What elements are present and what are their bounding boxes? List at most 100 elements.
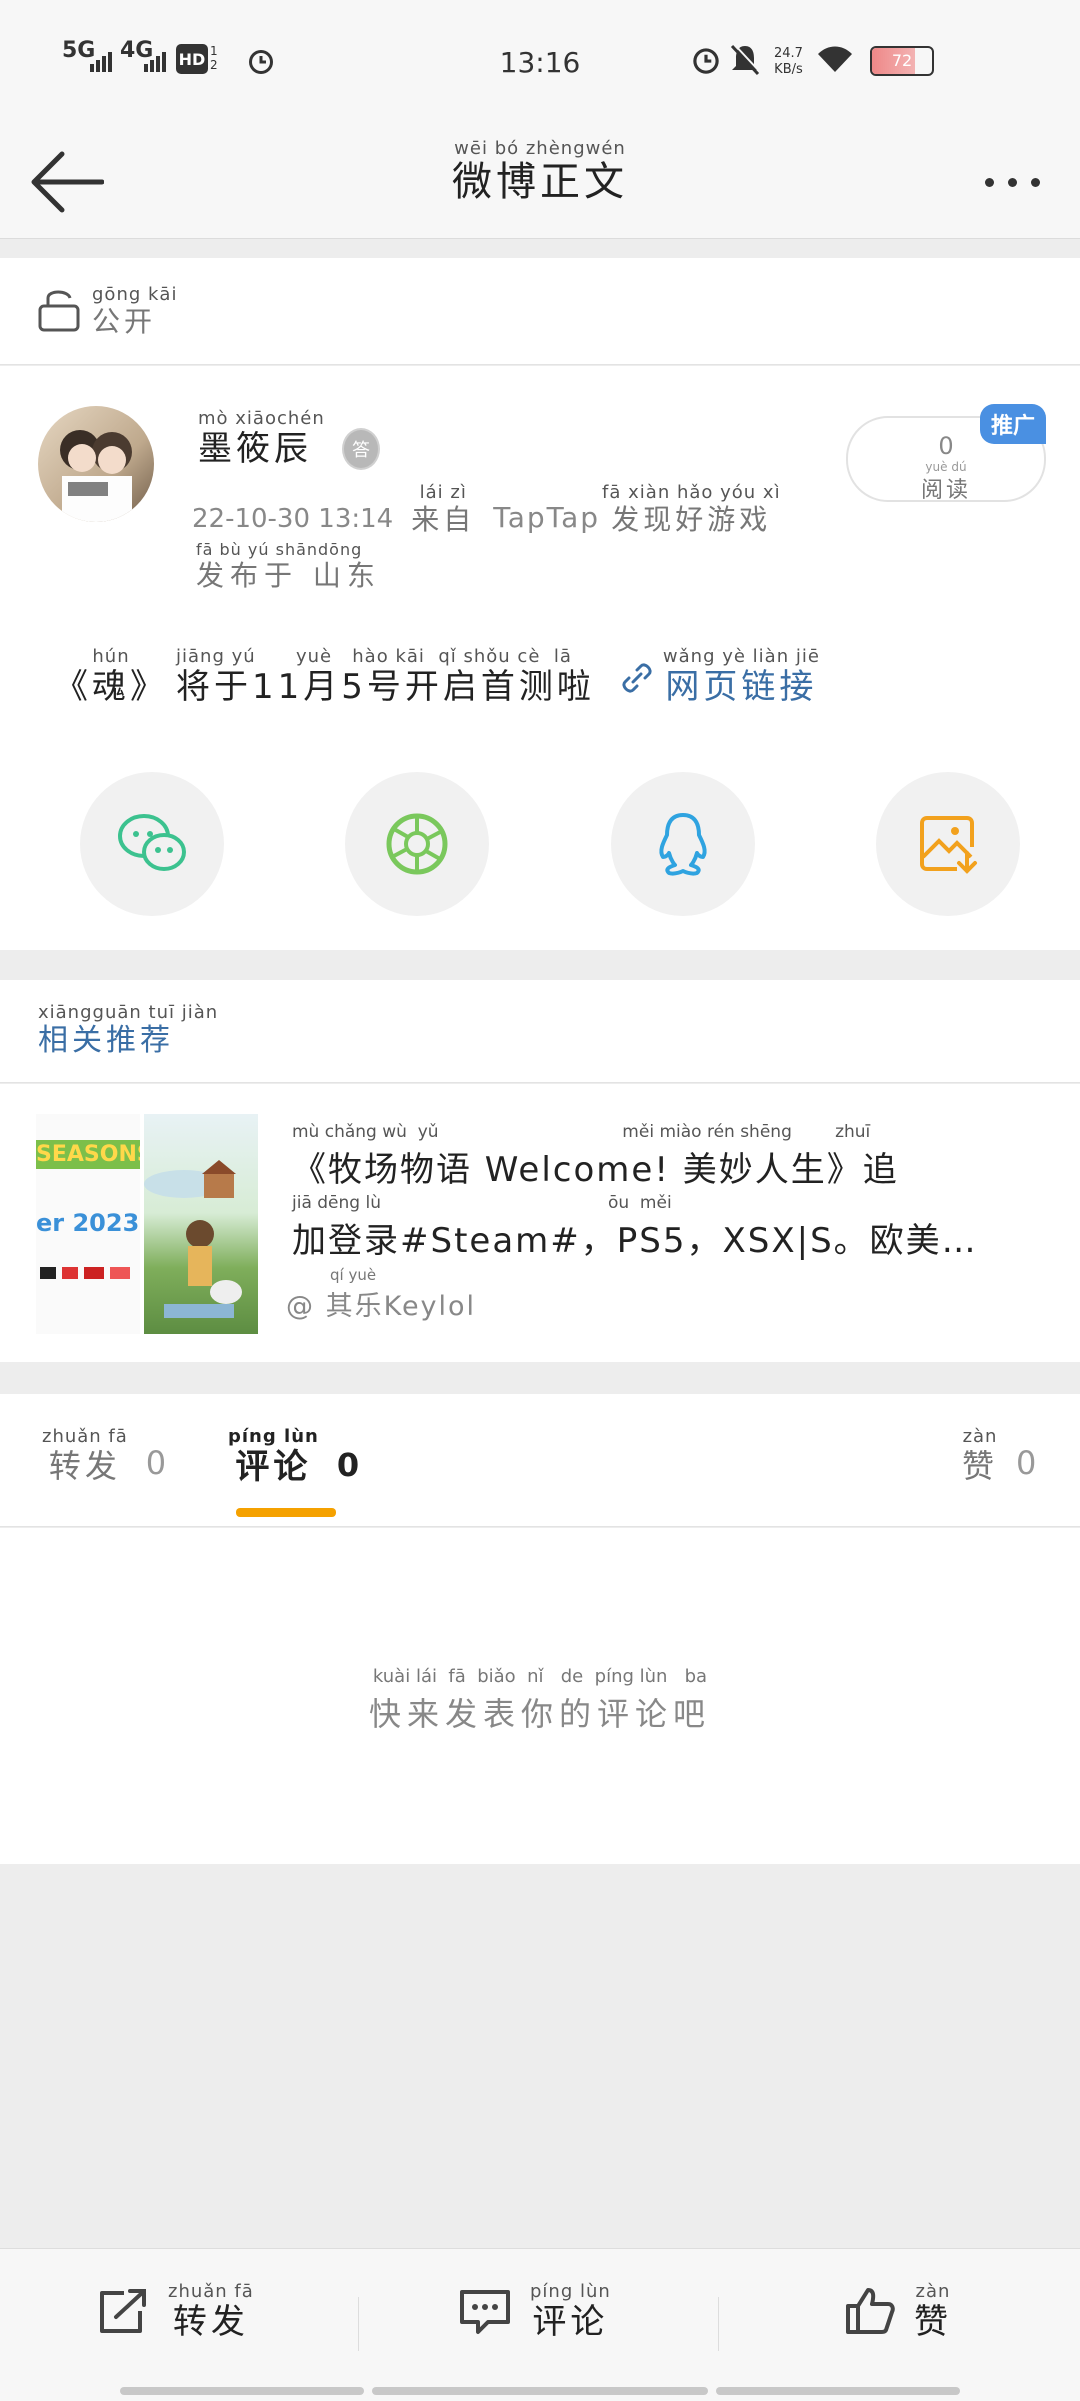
bottom-like-text: 赞 xyxy=(914,2302,952,2342)
post-card: mò xiāochén 墨筱辰 答 0 yuè dú 阅读 推广 22-10-3… xyxy=(0,366,1080,950)
bar-divider-1 xyxy=(358,2297,359,2351)
web-link-text: 网页链接 xyxy=(665,667,818,707)
related-item[interactable]: SEASONS er 2023 mù chǎng wù yǔ měi miào … xyxy=(0,1084,1080,1362)
location: fā bù yú shāndōng 发布于 山东 xyxy=(196,542,381,590)
related-source: qí yuè @ 其乐Keylol xyxy=(286,1266,476,1323)
content-body: jiāng yú yuè hào kāi qǐ shǒu cè lā 将于11月… xyxy=(176,646,595,705)
bottom-comment-pinyin: píng lùn xyxy=(530,2281,611,2302)
bar-divider-2 xyxy=(718,2297,719,2351)
battery-level: 72 xyxy=(891,51,913,70)
content-title-text: 《魂》 xyxy=(54,667,168,707)
qq-icon xyxy=(659,813,707,876)
status-bar: 5G 4G HD 1 2 13:16 24.7 KB/s 72 xyxy=(0,0,1080,120)
save-image-icon xyxy=(919,816,977,874)
content-body-pinyin: jiāng yú yuè hào kāi qǐ shǒu cè lā xyxy=(176,646,572,667)
location-pinyin: fā bù yú shāndōng xyxy=(196,540,363,559)
more-button[interactable] xyxy=(972,160,1052,204)
source-from: lái zì 来自 xyxy=(411,484,475,534)
bottom-repost-button[interactable]: zhuǎn fā 转发 xyxy=(96,2283,254,2339)
related-line1-pinyin: mù chǎng wù yǔ měi miào rén shēng zhuī xyxy=(292,1122,871,1142)
promo-badge: 推广 xyxy=(980,404,1046,444)
related-line2-pinyin: jiā dēng lù ōu měi xyxy=(292,1193,672,1213)
tab-active-indicator xyxy=(236,1508,336,1517)
moments-icon xyxy=(386,813,448,875)
related-header: xiāngguān tuī jiàn 相关推荐 xyxy=(0,980,1080,1083)
unlock-icon xyxy=(38,288,80,336)
timestamp: 22-10-30 13:14 xyxy=(192,504,394,534)
thumb-title: SEASONS xyxy=(36,1140,140,1169)
visibility-text: 公开 xyxy=(92,305,157,338)
source-suffix[interactable]: fā xiàn hǎo yóu xì 发现好游戏 xyxy=(602,484,781,534)
related-text: mù chǎng wù yǔ měi miào rén shēng zhuī 《… xyxy=(292,1122,1042,1262)
share-moments-button[interactable] xyxy=(345,772,490,916)
more-dots-icon xyxy=(984,177,1040,187)
battery-icon: 72 xyxy=(870,46,934,76)
bottom-action-bar: zhuǎn fā 转发 píng lùn 评论 zàn 赞 xyxy=(0,2248,1080,2401)
wifi-icon xyxy=(816,44,854,78)
save-image-button[interactable] xyxy=(875,772,1020,916)
related-title-pinyin: xiāngguān tuī jiàn xyxy=(38,1002,219,1023)
source-from-pinyin: lái zì xyxy=(419,482,467,503)
source-suffix-text: 发现好游戏 xyxy=(611,503,772,536)
share-wechat-button[interactable] xyxy=(80,772,224,916)
empty-text: 快来发表你的评论吧 xyxy=(368,1695,711,1733)
speed-unit: KB/s xyxy=(774,62,803,77)
bottom-like-label: zàn 赞 xyxy=(914,2281,952,2342)
tab-comment-count: 0 xyxy=(336,1446,360,1484)
thumbs-up-icon xyxy=(846,2288,895,2334)
bottom-like-pinyin: zàn xyxy=(915,2281,951,2302)
bottom-comment-text: 评论 xyxy=(532,2302,609,2342)
location-text: 发布于 山东 xyxy=(196,559,381,592)
web-link-pinyin: wǎng yè liàn jiē xyxy=(662,646,820,667)
source-app[interactable]: TapTap xyxy=(493,501,600,534)
tab-like-label: zàn 赞 xyxy=(962,1428,998,1483)
repost-icon xyxy=(100,2289,146,2333)
read-label: 阅读 xyxy=(920,478,971,503)
tab-repost-text: 转发 xyxy=(48,1447,121,1485)
related-title-text: 相关推荐 xyxy=(38,1023,174,1058)
related-thumb-left: SEASONS er 2023 xyxy=(36,1114,140,1334)
tab-comment-text: 评论 xyxy=(235,1447,312,1487)
post-meta: 22-10-30 13:14 lái zì 来自 TapTap fā xiàn … xyxy=(192,484,781,535)
related-thumb-right xyxy=(144,1114,258,1334)
link-icon[interactable] xyxy=(619,660,655,700)
bottom-repost-pinyin: zhuǎn fā xyxy=(168,2281,254,2302)
visibility-pinyin: gōng kāi xyxy=(92,284,178,305)
bottom-repost-text: 转发 xyxy=(172,2302,249,2342)
share-row xyxy=(80,772,1020,916)
content-title-pinyin: hún xyxy=(92,646,130,667)
alarm-icon-right xyxy=(688,42,724,82)
share-qq-button[interactable] xyxy=(610,772,755,916)
post-content: hún 《魂》 jiāng yú yuè hào kāi qǐ shǒu cè … xyxy=(54,646,820,707)
related-source-text: @ 其乐Keylol xyxy=(286,1291,477,1322)
comment-list: kuài lái fā biǎo nǐ de píng lùn ba 快来发表你… xyxy=(0,1528,1080,1864)
visibility-row: gōng kāi 公开 xyxy=(0,258,1080,365)
tab-like[interactable]: zàn 赞 0 xyxy=(962,1428,1036,1483)
empty-pinyin: kuài lái fā biǎo nǐ de píng lùn ba xyxy=(372,1666,708,1687)
thumb-logos xyxy=(36,1267,140,1279)
tab-comment[interactable]: píng lùn 评论 0 xyxy=(228,1426,360,1487)
mute-icon xyxy=(728,42,762,82)
author-text: 墨筱辰 xyxy=(198,429,312,469)
empty-comments: kuài lái fā biǎo nǐ de píng lùn ba 快来发表你… xyxy=(0,1666,1080,1735)
web-link[interactable]: wǎng yè liàn jiē 网页链接 xyxy=(662,646,820,707)
page-title: wēi bó zhèngwén 微博正文 xyxy=(0,140,1080,205)
author-pinyin: mò xiāochén xyxy=(198,408,325,429)
thumb-subtitle: er 2023 xyxy=(36,1209,140,1237)
comment-tabs: zhuǎn fā 转发 0 píng lùn 评论 0 zàn 赞 0 xyxy=(0,1394,1080,1527)
visibility-label: gōng kāi 公开 xyxy=(92,286,177,336)
top-nav-bar: wēi bó zhèngwén 微博正文 xyxy=(0,120,1080,239)
author-name[interactable]: mò xiāochén 墨筱辰 xyxy=(198,408,325,469)
tab-repost[interactable]: zhuǎn fā 转发 0 xyxy=(42,1428,167,1485)
bottom-comment-label: píng lùn 评论 xyxy=(530,2281,611,2342)
content-title: hún 《魂》 xyxy=(54,646,168,707)
tab-comment-label: píng lùn 评论 xyxy=(228,1426,319,1487)
nav-indicator-3 xyxy=(716,2387,960,2395)
bottom-comment-button[interactable]: píng lùn 评论 xyxy=(458,2283,611,2339)
avatar[interactable] xyxy=(38,406,154,522)
tab-comment-pinyin: píng lùn xyxy=(228,1426,319,1447)
title-text: 微博正文 xyxy=(452,159,628,205)
bottom-like-button[interactable]: zàn 赞 xyxy=(844,2283,952,2339)
related-title: xiāngguān tuī jiàn 相关推荐 xyxy=(38,1004,218,1056)
tab-repost-count: 0 xyxy=(145,1444,167,1482)
